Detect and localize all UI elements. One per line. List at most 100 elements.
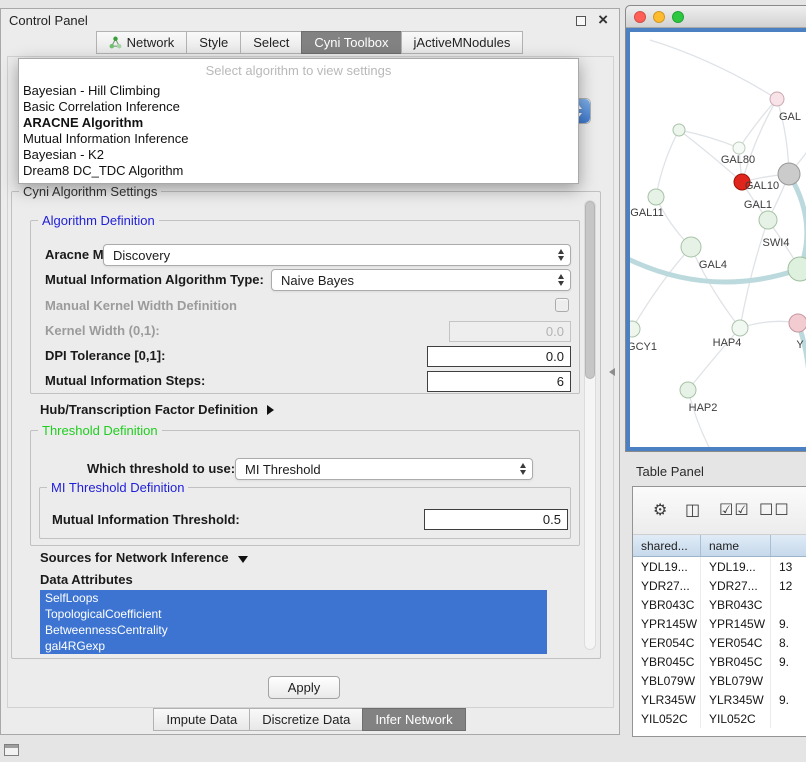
data-attributes-label: Data Attributes: [40, 572, 133, 587]
table-row[interactable]: YIL052CYIL052C: [633, 709, 806, 728]
network-edge[interactable]: [650, 40, 777, 99]
network-edge[interactable]: [679, 130, 739, 148]
mi-type-value: Naive Bayes: [281, 273, 354, 288]
settings-frame-title: Cyni Algorithm Settings: [19, 184, 161, 199]
kernel-width-value: 0.0: [546, 324, 564, 339]
zoom-traffic-light[interactable]: [672, 11, 684, 23]
network-edge[interactable]: [632, 247, 691, 329]
close-traffic-light[interactable]: [634, 11, 646, 23]
aracne-mode-select[interactable]: Discovery: [103, 244, 571, 266]
table-column-header[interactable]: shared...: [633, 535, 701, 556]
table-row[interactable]: YBR045CYBR045C9.: [633, 652, 806, 671]
network-node[interactable]: [673, 124, 685, 136]
mi-type-label: Mutual Information Algorithm Type:: [45, 272, 264, 287]
float-panel-icon[interactable]: [576, 16, 586, 26]
attribute-list-item[interactable]: gal4RGexp: [40, 638, 547, 654]
table-row[interactable]: YER054CYER054C8.: [633, 633, 806, 652]
network-graph[interactable]: GALGAL80GAL10GAL11GAL1SWI4GAL4GCY1HAP4HA…: [630, 32, 806, 447]
settings-scrollbar[interactable]: [584, 200, 596, 650]
algorithm-option[interactable]: Mutual Information Inference: [19, 131, 578, 147]
network-node[interactable]: [630, 321, 640, 337]
table-row[interactable]: YBR043CYBR043C: [633, 595, 806, 614]
settings-gear-icon[interactable]: ⚙: [653, 500, 668, 520]
bottom-tab-infer-network[interactable]: Infer Network: [362, 708, 465, 731]
table-cell: [771, 595, 806, 614]
tab-cyni-toolbox[interactable]: Cyni Toolbox: [301, 31, 401, 54]
network-edge[interactable]: [688, 390, 710, 447]
algorithm-option[interactable]: ARACNE Algorithm: [19, 115, 578, 131]
mi-threshold-field[interactable]: 0.5: [424, 509, 568, 530]
table-body: YDL19...YDL19...13YDR27...YDR27...12YBR0…: [633, 557, 806, 736]
bottom-tab-impute-data[interactable]: Impute Data: [153, 708, 250, 731]
table-cell: YDR27...: [633, 576, 701, 595]
tab-select[interactable]: Select: [240, 31, 302, 54]
network-canvas[interactable]: GALGAL80GAL10GAL11GAL1SWI4GAL4GCY1HAP4HA…: [630, 32, 806, 447]
network-edge[interactable]: [656, 130, 679, 197]
apply-button[interactable]: Apply: [268, 676, 340, 699]
mi-steps-label: Mutual Information Steps:: [45, 373, 205, 388]
close-panel-icon[interactable]: [598, 10, 608, 30]
dpi-tolerance-field[interactable]: 0.0: [427, 346, 571, 367]
table-row[interactable]: YDR27...YDR27...12: [633, 576, 806, 595]
algorithm-option[interactable]: Bayesian - K2: [19, 147, 578, 163]
clear-selection-checkbox-icon[interactable]: ☐☐: [759, 500, 790, 520]
which-threshold-value: MI Threshold: [245, 462, 321, 477]
select-all-checkbox-icon[interactable]: ☑☑: [719, 500, 750, 520]
settings-scrollbar-thumb[interactable]: [585, 201, 595, 379]
table-row[interactable]: YDL19...YDL19...13: [633, 557, 806, 576]
table-row[interactable]: YBL079WYBL079W: [633, 671, 806, 690]
hub-expand-arrow-icon[interactable]: [267, 405, 274, 415]
network-node[interactable]: [681, 237, 701, 257]
table-cell: YPR145W: [633, 614, 701, 633]
network-node[interactable]: [770, 92, 784, 106]
network-node[interactable]: [778, 163, 800, 185]
table-cell: YBR045C: [633, 652, 701, 671]
dpi-tolerance-value: 0.0: [546, 349, 564, 364]
mi-steps-field[interactable]: 6: [427, 371, 571, 392]
table-row[interactable]: YPR145WYPR145W9.: [633, 614, 806, 633]
stepper-arrows-icon: [557, 274, 566, 286]
network-edge[interactable]: [742, 99, 777, 182]
minimize-traffic-light[interactable]: [653, 11, 665, 23]
table-column-header[interactable]: name: [701, 535, 771, 556]
table-cell: YBR043C: [701, 595, 771, 614]
which-threshold-select[interactable]: MI Threshold: [235, 458, 533, 480]
network-node-label: SWI4: [763, 237, 790, 249]
network-window-titlebar[interactable]: [626, 6, 806, 28]
network-node-label: GAL1: [744, 199, 772, 211]
data-attributes-list: SelfLoopsTopologicalCoefficientBetweenne…: [40, 590, 547, 654]
network-node[interactable]: [788, 257, 806, 281]
network-node[interactable]: [680, 382, 696, 398]
network-node[interactable]: [648, 189, 664, 205]
attribute-list-item[interactable]: SelfLoops: [40, 590, 547, 606]
window-title: Control Panel: [9, 13, 88, 28]
cyni-algorithm-settings-frame: Cyni Algorithm Settings Algorithm Defini…: [11, 191, 601, 659]
table-row[interactable]: YLR345WYLR345W9.: [633, 690, 806, 709]
hub-section-header[interactable]: Hub/Transcription Factor Definition: [40, 402, 274, 417]
attribute-list-item[interactable]: BetweennessCentrality: [40, 622, 547, 638]
sources-section-label: Sources for Network Inference: [40, 550, 229, 565]
algorithm-option[interactable]: Basic Correlation Inference: [19, 99, 578, 115]
tab-style[interactable]: Style: [186, 31, 241, 54]
mi-type-select[interactable]: Naive Bayes: [271, 269, 571, 291]
mi-threshold-definition-frame: MI Threshold Definition Mutual Informati…: [39, 487, 571, 539]
bottom-tab-discretize-data[interactable]: Discretize Data: [249, 708, 363, 731]
network-node[interactable]: [759, 211, 777, 229]
column-selector-icon[interactable]: ◫: [685, 500, 701, 520]
tab-label: Discretize Data: [262, 712, 350, 727]
algorithm-option[interactable]: Dream8 DC_TDC Algorithm: [19, 163, 578, 179]
table-column-header[interactable]: [771, 535, 806, 556]
network-node[interactable]: [732, 320, 748, 336]
sources-collapse-arrow-icon[interactable]: [238, 556, 248, 563]
restore-panel-icon[interactable]: [4, 744, 19, 756]
tab-jactivemnodules[interactable]: jActiveMNodules: [401, 31, 524, 54]
network-node[interactable]: [733, 142, 745, 154]
collapse-splitter-arrow-icon[interactable]: [609, 368, 615, 376]
sources-section-header[interactable]: Sources for Network Inference: [40, 550, 248, 565]
network-node[interactable]: [789, 314, 806, 332]
network-node-label: GAL11: [630, 207, 663, 219]
attribute-list-item[interactable]: TopologicalCoefficient: [40, 606, 547, 622]
algorithm-option[interactable]: Bayesian - Hill Climbing: [19, 83, 578, 99]
tab-network[interactable]: Network: [96, 31, 188, 54]
network-edge[interactable]: [739, 99, 777, 148]
